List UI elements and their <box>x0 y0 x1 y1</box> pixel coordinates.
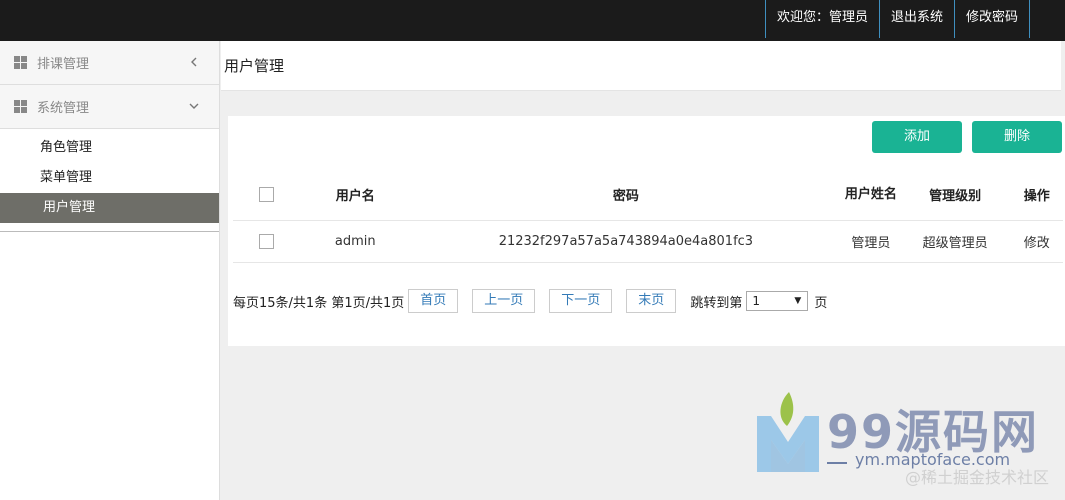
title-panel: 用户管理 <box>221 41 1061 91</box>
header-checkbox-cell <box>233 170 301 221</box>
cell-password: 21232f297a57a5a743894a0e4a801fc3 <box>409 220 843 263</box>
page-select[interactable]: 1 ▼ <box>746 291 809 311</box>
column-header-level: 管理级别 <box>899 170 1011 221</box>
menu-group-label: 系统管理 <box>37 101 90 116</box>
pager-summary: 每页15条/共1条 第1页/共1页 <box>233 295 405 311</box>
user-list-panel: 添加 删除 用户名 密码 用户姓名 管理级别 操作 admin 21232f29… <box>228 116 1065 346</box>
prev-page-button[interactable]: 上一页 <box>472 289 536 313</box>
row-checkbox[interactable] <box>259 233 275 249</box>
chevron-left-icon <box>187 55 201 69</box>
grid-icon <box>14 100 27 113</box>
jump-label: 跳转到第 <box>690 295 743 311</box>
top-bar: 欢迎您：管理员 退出系统 修改密码 <box>0 0 1065 41</box>
top-links: 欢迎您：管理员 退出系统 修改密码 <box>764 0 1030 38</box>
column-header-password: 密码 <box>409 170 843 221</box>
next-page-button[interactable]: 下一页 <box>549 289 613 313</box>
cell-level: 超级管理员 <box>899 220 1011 263</box>
column-header-name: 用户姓名 <box>842 170 900 221</box>
watermark-logo-icon <box>757 392 819 472</box>
row-checkbox-cell <box>233 220 301 263</box>
user-table: 用户名 密码 用户姓名 管理级别 操作 admin 21232f297a57a5… <box>233 170 1063 263</box>
page-title: 用户管理 <box>224 57 285 75</box>
cell-name: 管理员 <box>842 220 900 263</box>
sidebar-item-users[interactable]: 用户管理 <box>0 193 219 223</box>
menu-group-label: 排课管理 <box>37 57 90 72</box>
sidebar-item-roles[interactable]: 角色管理 <box>0 133 219 163</box>
menu-group-scheduling[interactable]: 排课管理 <box>0 41 219 85</box>
cell-operation: 修改 <box>1010 220 1063 263</box>
watermark: 99源码网 ym.maptoface.com @稀土掘金技术社区 <box>755 390 1055 500</box>
delete-button[interactable]: 删除 <box>972 121 1062 153</box>
add-button[interactable]: 添加 <box>872 121 962 153</box>
system-submenu: 角色管理 菜单管理 用户管理 <box>0 129 219 232</box>
column-header-username: 用户名 <box>300 170 410 221</box>
welcome-text: 欢迎您：管理员 <box>764 0 879 38</box>
change-password-link[interactable]: 修改密码 <box>953 0 1030 38</box>
column-header-operation: 操作 <box>1010 170 1063 221</box>
chevron-down-icon <box>187 99 201 113</box>
menu-group-system[interactable]: 系统管理 <box>0 85 219 129</box>
edit-link[interactable]: 修改 <box>1024 236 1050 251</box>
page-select-value: 1 <box>752 294 760 308</box>
watermark-credit: @稀土掘金技术社区 <box>905 468 1050 487</box>
table-row: admin 21232f297a57a5a743894a0e4a801fc3 管… <box>233 220 1063 263</box>
pagination: 每页15条/共1条 第1页/共1页 首页 上一页 下一页 末页 跳转到第 1 ▼… <box>233 288 827 314</box>
page-suffix: 页 <box>814 295 828 311</box>
table-header-row: 用户名 密码 用户姓名 管理级别 操作 <box>233 170 1063 221</box>
last-page-button[interactable]: 末页 <box>626 289 677 313</box>
sidebar: 排课管理 系统管理 角色管理 菜单管理 用户管理 <box>0 41 220 500</box>
grid-icon <box>14 56 27 69</box>
caret-down-icon: ▼ <box>794 296 802 306</box>
select-all-checkbox[interactable] <box>259 187 275 203</box>
first-page-button[interactable]: 首页 <box>408 289 459 313</box>
cell-username: admin <box>300 220 410 263</box>
sidebar-item-menus[interactable]: 菜单管理 <box>0 163 219 193</box>
logout-link[interactable]: 退出系统 <box>878 0 954 38</box>
watermark-divider <box>827 462 847 464</box>
